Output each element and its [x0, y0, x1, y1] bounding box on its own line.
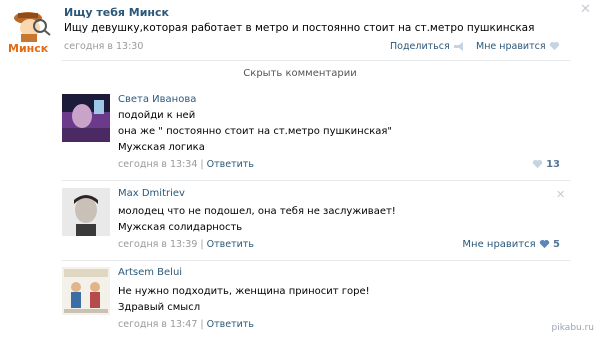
comment-date[interactable]: сегодня в 13:47	[118, 319, 197, 330]
comment-text: Не нужно подходить, женщина приносит гор…	[118, 286, 370, 297]
avatar[interactable]	[62, 188, 110, 236]
comment-author[interactable]: Max Dmitriev	[118, 188, 185, 199]
megaphone-icon	[453, 41, 463, 51]
comment-author[interactable]: Света Иванова	[118, 94, 196, 105]
heart-icon	[532, 160, 543, 169]
comment-date[interactable]: сегодня в 13:34	[118, 159, 197, 170]
comment-text: молодец что не подошел, она тебя не засл…	[118, 206, 396, 217]
comment-text: она же " постоянно стоит на ст.метро пуш…	[118, 126, 392, 137]
comic-avatar-icon	[62, 267, 110, 315]
like-count: 13	[546, 159, 560, 170]
reply-button[interactable]: Ответить	[207, 239, 254, 250]
avatar[interactable]	[62, 94, 110, 142]
comment-meta: сегодня в 13:39 | Ответить	[118, 239, 254, 250]
heart-icon	[539, 240, 550, 249]
comment-text: Здравый смысл	[118, 302, 201, 313]
divider	[62, 60, 570, 61]
delete-comment-icon[interactable]: ✕	[556, 188, 565, 201]
meta-separator: |	[200, 159, 204, 170]
meta-separator: |	[200, 239, 204, 250]
meta-separator: |	[200, 319, 204, 330]
comment-author[interactable]: Artsem Belui	[118, 267, 182, 278]
like-count: 5	[553, 239, 560, 250]
comment-meta: сегодня в 13:34 | Ответить	[118, 159, 254, 170]
heart-icon	[549, 42, 559, 51]
post-date[interactable]: сегодня в 13:30	[64, 41, 143, 52]
hide-comments-link[interactable]: Скрыть комментарии	[0, 68, 600, 79]
comment-date[interactable]: сегодня в 13:39	[118, 239, 197, 250]
comment-text: Мужская солидарность	[118, 222, 243, 233]
avatar-photo-icon	[62, 188, 110, 236]
post-text: Ищу девушку,которая работает в метро и п…	[64, 22, 535, 34]
watermark: pikabu.ru	[551, 323, 594, 333]
divider	[62, 260, 570, 261]
post-group-name[interactable]: Ищу тебя Минск	[64, 6, 169, 19]
avatar-photo-icon	[62, 94, 110, 142]
comment-meta: сегодня в 13:47 | Ответить	[118, 319, 254, 330]
post-like-button[interactable]: Мне нравится	[476, 41, 560, 52]
group-logo[interactable]: Минск	[6, 4, 56, 55]
comment-like-button[interactable]: Мне нравится 5	[462, 239, 560, 250]
comment-text: Мужская логика	[118, 142, 205, 153]
like-label: Мне нравится	[462, 239, 536, 250]
reply-button[interactable]: Ответить	[207, 319, 254, 330]
post-like-label: Мне нравится	[476, 41, 546, 52]
comment: Artsem Belui Не нужно подходить, женщина…	[62, 267, 570, 333]
avatar[interactable]	[62, 267, 110, 315]
close-post-icon[interactable]: ✕	[580, 2, 591, 17]
comment: Max Dmitriev молодец что не подошел, она…	[62, 188, 570, 254]
share-button[interactable]: Поделиться	[390, 41, 465, 52]
comment: Света Иванова подойди к ней она же " пос…	[62, 94, 570, 176]
share-label: Поделиться	[390, 41, 450, 52]
comment-like-button[interactable]: 13	[532, 159, 560, 170]
logo-text: Минск	[8, 42, 49, 55]
divider	[62, 180, 570, 181]
comment-text: подойди к ней	[118, 110, 196, 121]
reply-button[interactable]: Ответить	[207, 159, 254, 170]
